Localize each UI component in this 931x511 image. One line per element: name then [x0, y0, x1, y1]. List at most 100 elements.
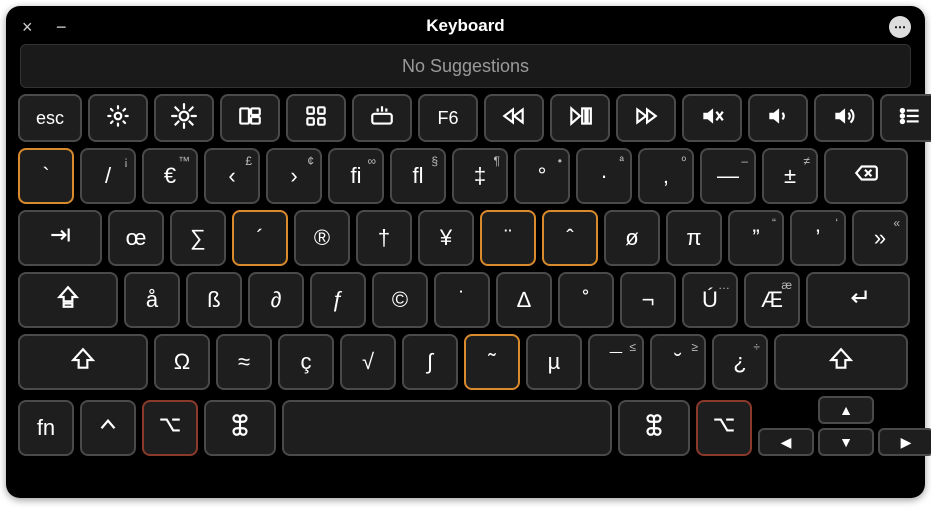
shift-row: Ω≈ç√∫˜µ¯≤˘≥¿÷: [18, 334, 913, 390]
key-r0-c5[interactable]: ﬁ∞: [328, 148, 384, 204]
key-r0-c12[interactable]: ±≠: [762, 148, 818, 204]
fn-key-f9[interactable]: [616, 94, 676, 142]
key-r0-c1[interactable]: /¡: [80, 148, 136, 204]
key-r3-c3[interactable]: ç: [278, 334, 334, 390]
key-r2-c8[interactable]: ˚: [558, 272, 614, 328]
key-option-left[interactable]: [142, 400, 198, 456]
key-r0-c11[interactable]: —–: [700, 148, 756, 204]
key-r1-c5[interactable]: †: [356, 210, 412, 266]
key-r2-c3[interactable]: ∂: [248, 272, 304, 328]
fn-key-f5[interactable]: [352, 94, 412, 142]
key-sub: æ: [781, 278, 792, 292]
key-main: ’: [816, 225, 821, 251]
key-r1-c4[interactable]: ®: [294, 210, 350, 266]
key-r1-c13[interactable]: »«: [852, 210, 908, 266]
key-r0-c10[interactable]: ‚º: [638, 148, 694, 204]
arrow-left-key[interactable]: ◀: [758, 428, 814, 456]
key-r1-c9[interactable]: ø: [604, 210, 660, 266]
key-space[interactable]: [282, 400, 612, 456]
key-r0-c4[interactable]: ›¢: [266, 148, 322, 204]
fn-key-f6[interactable]: F6: [418, 94, 478, 142]
key-r3-c4[interactable]: √: [340, 334, 396, 390]
fn-key-f12[interactable]: [814, 94, 874, 142]
key-r2-c1[interactable]: å: [124, 272, 180, 328]
key-r1-c3[interactable]: ´: [232, 210, 288, 266]
key-r0-c7[interactable]: ‡¶: [452, 148, 508, 204]
key-r2-c12[interactable]: [806, 272, 910, 328]
key-main: —: [717, 163, 739, 189]
key-r1-c10[interactable]: π: [666, 210, 722, 266]
key-r3-c8[interactable]: ¯≤: [588, 334, 644, 390]
key-r3-c2[interactable]: ≈: [216, 334, 272, 390]
fn-key-f2[interactable]: [154, 94, 214, 142]
key-r2-c0[interactable]: [18, 272, 118, 328]
key-r0-c8[interactable]: °•: [514, 148, 570, 204]
fn-key-f11[interactable]: [748, 94, 808, 142]
key-r0-c13[interactable]: [824, 148, 908, 204]
key-r1-c0[interactable]: [18, 210, 102, 266]
key-sub: ™: [178, 154, 190, 168]
key-r3-c11[interactable]: [774, 334, 908, 390]
key-r0-c9[interactable]: ·ª: [576, 148, 632, 204]
key-r3-c6[interactable]: ˜: [464, 334, 520, 390]
key-option-right[interactable]: [696, 400, 752, 456]
key-r2-c10[interactable]: Ú…: [682, 272, 738, 328]
key-r3-c1[interactable]: Ω: [154, 334, 210, 390]
key-r0-c0[interactable]: `: [18, 148, 74, 204]
key-main: ‹: [228, 163, 235, 189]
key-r0-c3[interactable]: ‹£: [204, 148, 260, 204]
key-sub: ∞: [367, 154, 376, 168]
key-command-left[interactable]: [204, 400, 276, 456]
key-main: å: [146, 287, 158, 313]
key-r3-c10[interactable]: ¿÷: [712, 334, 768, 390]
fn-key-f4[interactable]: [286, 94, 346, 142]
options-button[interactable]: ⋯: [889, 16, 911, 38]
key-r3-c5[interactable]: ∫: [402, 334, 458, 390]
key-main: ƒ: [332, 287, 344, 313]
key-r2-c5[interactable]: ©: [372, 272, 428, 328]
key-r2-c9[interactable]: ¬: [620, 272, 676, 328]
key-r2-c6[interactable]: ˙: [434, 272, 490, 328]
command-icon: [641, 412, 667, 444]
key-main: ±: [784, 163, 796, 189]
fn-key-f10[interactable]: [682, 94, 742, 142]
key-r1-c7[interactable]: ¨: [480, 210, 536, 266]
key-r0-c2[interactable]: €™: [142, 148, 198, 204]
arrow-down-key[interactable]: ▼: [818, 428, 874, 456]
key-control[interactable]: [80, 400, 136, 456]
key-command-right[interactable]: [618, 400, 690, 456]
key-r2-c7[interactable]: ∆: [496, 272, 552, 328]
key-r1-c2[interactable]: ∑: [170, 210, 226, 266]
key-r1-c8[interactable]: ˆ: [542, 210, 598, 266]
keyboard-viewer-panel: × − Keyboard ⋯ No Suggestions escF6 `/¡€…: [6, 6, 925, 498]
arrow-up-key[interactable]: ▲: [818, 396, 874, 424]
key-r3-c0[interactable]: [18, 334, 148, 390]
fn-key-menu[interactable]: [880, 94, 931, 142]
fn-key-f3[interactable]: [220, 94, 280, 142]
key-sub: £: [245, 154, 252, 168]
key-r1-c12[interactable]: ’‘: [790, 210, 846, 266]
fn-key-esc[interactable]: esc: [18, 94, 82, 142]
close-button[interactable]: ×: [22, 18, 33, 36]
key-sub: ¢: [307, 154, 314, 168]
fn-key-f1[interactable]: [88, 94, 148, 142]
key-main: ∂: [271, 287, 282, 313]
key-fn[interactable]: fn: [18, 400, 74, 456]
volume-down-icon: [765, 103, 791, 134]
key-main: ˙: [458, 287, 465, 313]
key-r3-c7[interactable]: µ: [526, 334, 582, 390]
key-r1-c11[interactable]: ”“: [728, 210, 784, 266]
key-main: ¯: [610, 349, 622, 375]
key-r3-c9[interactable]: ˘≥: [650, 334, 706, 390]
key-r2-c2[interactable]: ß: [186, 272, 242, 328]
key-r0-c6[interactable]: ﬂ§: [390, 148, 446, 204]
key-r1-c6[interactable]: ¥: [418, 210, 474, 266]
key-main: ´: [256, 225, 263, 251]
minimize-button[interactable]: −: [56, 18, 67, 36]
fn-key-f7[interactable]: [484, 94, 544, 142]
key-r2-c11[interactable]: Ææ: [744, 272, 800, 328]
fn-key-f8[interactable]: [550, 94, 610, 142]
arrow-right-key[interactable]: ▶: [878, 428, 931, 456]
key-r2-c4[interactable]: ƒ: [310, 272, 366, 328]
key-r1-c1[interactable]: œ: [108, 210, 164, 266]
